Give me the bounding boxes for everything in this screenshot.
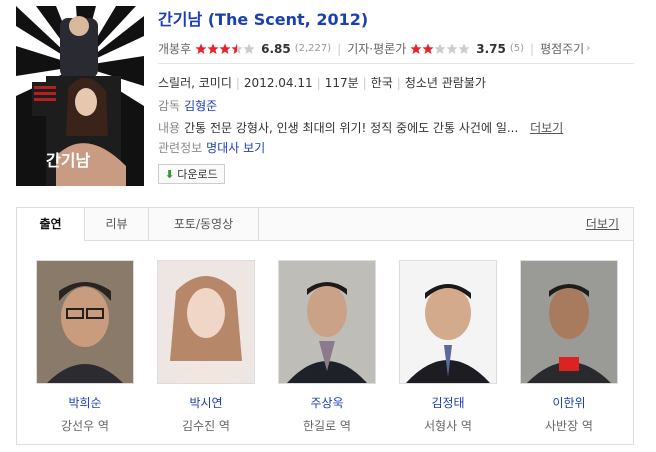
star-icon (219, 43, 231, 54)
cast-panel: 출연 리뷰 포토/동영상 더보기 박희순 강선우 역 박시연 김수진 역 주상욱… (16, 207, 634, 445)
quotes-link[interactable]: 명대사 보기 (206, 141, 265, 155)
star-icon (243, 43, 255, 54)
divider: | (337, 41, 342, 56)
star-icon (458, 43, 470, 54)
divider: | (530, 41, 535, 56)
star-icon (410, 43, 422, 54)
download-button[interactable]: ⬇ 다운로드 (158, 164, 225, 184)
critic-score: 3.75 (476, 41, 506, 56)
runtime: 117분 (324, 76, 359, 90)
actor-name[interactable]: 이한위 (520, 394, 618, 411)
rating-row: 개봉후 6.85 (2,227) | 기자·평론가 3.75 (5) | 평점주… (158, 40, 590, 57)
actor-name[interactable]: 박희순 (36, 394, 134, 411)
cast-card[interactable]: 김정태 서형사 역 (399, 260, 497, 434)
director-link[interactable]: 김형준 (184, 99, 217, 113)
star-icon (422, 43, 434, 54)
netizen-score: 6.85 (261, 41, 291, 56)
director-line: 감독 김형준 (158, 97, 217, 114)
cast-card[interactable]: 이한위 사반장 역 (520, 260, 618, 434)
age-grade: 청소년 관람불가 (404, 76, 486, 90)
netizen-count: (2,227) (294, 43, 332, 54)
star-icon (446, 43, 458, 54)
actor-role: 사반장 역 (545, 419, 593, 433)
tab-photos-videos[interactable]: 포토/동영상 (149, 208, 259, 240)
actor-photo[interactable] (399, 260, 497, 384)
cast-card[interactable]: 박희순 강선우 역 (36, 260, 134, 434)
related-line: 관련정보 명대사 보기 (158, 139, 265, 156)
rate-link[interactable]: 평점주기 (540, 40, 584, 57)
movie-title[interactable]: 간기남 (The Scent, 2012) (158, 6, 368, 30)
actor-role: 강선우 역 (61, 419, 109, 433)
actor-photo[interactable] (278, 260, 376, 384)
genre: 스릴러, 코미디 (158, 76, 232, 90)
release-date: 2012.04.11 (243, 76, 313, 90)
star-icon (231, 43, 243, 54)
divider-line (158, 63, 634, 64)
actor-photo[interactable] (520, 260, 618, 384)
download-icon: ⬇ (165, 167, 175, 181)
actor-photo[interactable] (36, 260, 134, 384)
movie-poster[interactable]: 간기남 (16, 6, 144, 186)
movie-meta: 스릴러, 코미디 | 2012.04.11 | 117분 | 한국 | 청소년 관람불가 (158, 76, 486, 90)
star-icon (434, 43, 446, 54)
actor-name[interactable]: 김정태 (399, 394, 497, 411)
cast-card[interactable]: 주상욱 한길로 역 (278, 260, 376, 434)
actor-name[interactable]: 주상욱 (278, 394, 376, 411)
actor-role: 김수진 역 (182, 419, 230, 433)
poster-title: 간기남 (46, 151, 90, 170)
actor-name[interactable]: 박시연 (157, 394, 255, 411)
plot-label: 내용 (158, 121, 181, 135)
download-label: 다운로드 (177, 168, 218, 181)
plot-more-link[interactable]: 더보기 (530, 121, 563, 135)
critic-rating-label: 기자·평론가 (347, 42, 407, 56)
related-label: 관련정보 (158, 141, 203, 155)
star-icon (195, 43, 207, 54)
critic-stars (410, 43, 470, 55)
plot-line: 내용 간통 전문 강형사, 인생 최대의 위기! 정직 중에도 간통 사건에 일.… (158, 119, 563, 136)
country: 한국 (370, 76, 393, 90)
chevron-right-icon[interactable]: › (586, 43, 590, 54)
cast-more-link[interactable]: 더보기 (586, 208, 619, 240)
director-label: 감독 (158, 99, 181, 113)
netizen-rating-label: 개봉후 (158, 42, 192, 56)
critic-count: (5) (509, 43, 525, 54)
star-icon (207, 43, 219, 54)
cast-card[interactable]: 박시연 김수진 역 (157, 260, 255, 434)
netizen-stars (195, 43, 255, 55)
actor-role: 서형사 역 (424, 419, 472, 433)
tab-bar: 출연 리뷰 포토/동영상 더보기 (17, 208, 633, 241)
actor-role: 한길로 역 (303, 419, 351, 433)
plot-summary: 간통 전문 강형사, 인생 최대의 위기! 정직 중에도 간통 사건에 일... (184, 121, 519, 135)
tab-reviews[interactable]: 리뷰 (85, 208, 149, 240)
tab-cast[interactable]: 출연 (17, 208, 85, 241)
actor-photo[interactable] (157, 260, 255, 384)
